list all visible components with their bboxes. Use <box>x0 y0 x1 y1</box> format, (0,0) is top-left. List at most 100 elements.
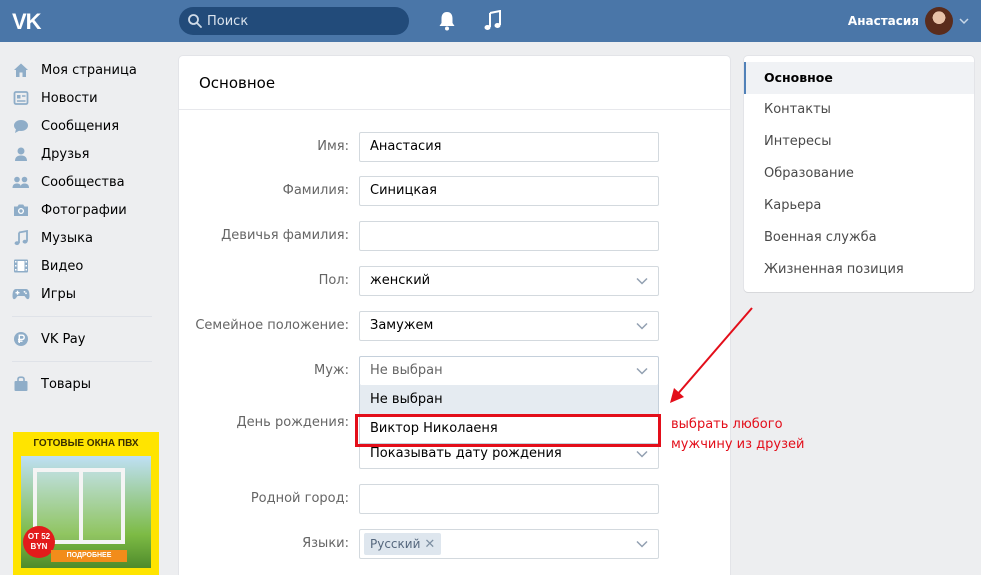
nav-item-my-page[interactable]: Моя страница <box>12 56 162 84</box>
top-bar: VK Анастасия <box>0 0 981 42</box>
bag-icon <box>12 375 30 393</box>
annotation-highlight-box <box>355 414 661 447</box>
tab-education[interactable]: Образование <box>744 158 974 190</box>
tab-contacts[interactable]: Контакты <box>744 94 974 126</box>
marital-label: Семейное положение: <box>195 318 349 333</box>
birthday-label: День рождения: <box>236 415 350 430</box>
vk-logo[interactable]: VK <box>12 9 46 34</box>
nav-item-games[interactable]: Игры <box>12 280 162 308</box>
nav-item-label: Видео <box>41 258 84 274</box>
nav-separator <box>12 316 152 317</box>
husband-value: Не выбран <box>370 363 443 378</box>
nav-item-messages[interactable]: Сообщения <box>12 112 162 140</box>
maiden-name-label: Девичья фамилия: <box>221 228 349 243</box>
nav-item-label: Сообщества <box>41 174 125 190</box>
languages-select[interactable]: Русский ✕ <box>359 529 659 559</box>
messages-icon <box>12 117 30 135</box>
tab-life-position[interactable]: Жизненная позиция <box>744 254 974 286</box>
settings-card: Основное Имя: Анастасия Фамилия: Синицка… <box>179 56 730 575</box>
music-icon[interactable] <box>483 10 503 32</box>
last-name-label: Фамилия: <box>282 183 349 198</box>
nav-item-vkpay[interactable]: VK Pay <box>12 325 162 353</box>
hometown-label: Родной город: <box>250 491 349 506</box>
ruble-icon <box>12 330 30 348</box>
nav-item-photos[interactable]: Фотографии <box>12 196 162 224</box>
chevron-down-icon <box>636 277 648 285</box>
nav-item-label: VK Pay <box>41 331 86 347</box>
search-box[interactable] <box>179 7 409 35</box>
first-name-field[interactable]: Анастасия <box>359 132 659 162</box>
tab-interests[interactable]: Интересы <box>744 126 974 158</box>
languages-label: Языки: <box>302 536 349 551</box>
friends-icon <box>12 145 30 163</box>
nav-item-video[interactable]: Видео <box>12 252 162 280</box>
row-marital: Семейное положение: Замужем <box>179 311 730 341</box>
home-icon <box>12 61 30 79</box>
gamepad-icon <box>12 285 30 303</box>
nav-item-label: Новости <box>41 90 98 106</box>
row-languages: Языки: Русский ✕ <box>179 529 730 559</box>
language-tag: Русский ✕ <box>364 533 442 555</box>
chevron-down-icon <box>636 540 648 548</box>
marital-value: Замужем <box>370 318 434 333</box>
row-husband: Муж: Не выбран <box>179 356 730 386</box>
ad-price-value: ОТ 52 <box>27 532 51 541</box>
annotation-line: выбрать любого <box>671 417 783 432</box>
husband-label: Муж: <box>313 363 349 378</box>
annotation-arrow <box>670 307 753 403</box>
camera-icon <box>12 201 30 219</box>
ad-banner[interactable]: ГОТОВЫЕ ОКНА ПВХ ОТ 52 BYN ПОДРОБНЕЕ <box>13 432 159 575</box>
row-last-name: Фамилия: Синицкая <box>179 176 730 206</box>
tab-main[interactable]: Основное <box>744 62 974 94</box>
row-maiden-name: Девичья фамилия: <box>179 221 730 251</box>
last-name-field[interactable]: Синицкая <box>359 176 659 206</box>
husband-select[interactable]: Не выбран <box>359 356 659 386</box>
avatar <box>925 7 953 35</box>
nav-item-label: Моя страница <box>41 62 137 78</box>
first-name-label: Имя: <box>317 139 349 154</box>
music-icon <box>12 229 30 247</box>
row-gender: Пол: женский <box>179 266 730 296</box>
birthday-visibility-value: Показывать дату рождения <box>370 446 562 461</box>
news-icon <box>12 89 30 107</box>
nav-item-music[interactable]: Музыка <box>12 224 162 252</box>
bell-icon[interactable] <box>437 10 457 32</box>
remove-tag-icon[interactable]: ✕ <box>424 537 435 552</box>
maiden-name-field[interactable] <box>359 221 659 251</box>
gender-value: женский <box>370 273 431 288</box>
ad-title: ГОТОВЫЕ ОКНА ПВХ <box>33 438 139 449</box>
gender-label: Пол: <box>318 273 349 288</box>
chevron-down-icon <box>959 18 969 25</box>
gender-select[interactable]: женский <box>359 266 659 296</box>
nav-item-label: Музыка <box>41 230 93 246</box>
nav-item-goods[interactable]: Товары <box>12 370 162 398</box>
page-title: Основное <box>179 56 730 110</box>
annotation-text: выбрать любого мужчину из друзей <box>671 415 821 455</box>
row-hometown: Родной город: <box>179 484 730 514</box>
chevron-down-icon <box>636 322 648 330</box>
dropdown-option[interactable]: Не выбран <box>360 385 658 414</box>
nav-item-label: Сообщения <box>41 118 120 134</box>
chevron-down-icon <box>636 367 648 375</box>
nav-item-friends[interactable]: Друзья <box>12 140 162 168</box>
tab-military[interactable]: Военная служба <box>744 222 974 254</box>
tab-career[interactable]: Карьера <box>744 190 974 222</box>
nav-item-label: Товары <box>41 376 92 392</box>
ad-more-button[interactable]: ПОДРОБНЕЕ <box>51 550 127 562</box>
search-icon <box>188 14 202 28</box>
search-input[interactable] <box>207 7 403 35</box>
user-menu[interactable]: Анастасия <box>848 4 969 38</box>
user-name: Анастасия <box>847 14 919 28</box>
nav-separator <box>12 361 152 362</box>
video-icon <box>12 257 30 275</box>
marital-select[interactable]: Замужем <box>359 311 659 341</box>
groups-icon <box>12 173 30 191</box>
nav-item-groups[interactable]: Сообщества <box>12 168 162 196</box>
nav-item-label: Игры <box>41 286 77 302</box>
nav-item-label: Друзья <box>41 146 90 162</box>
hometown-field[interactable] <box>359 484 659 514</box>
nav-item-news[interactable]: Новости <box>12 84 162 112</box>
nav-item-label: Фотографии <box>41 202 127 218</box>
left-nav: Моя страница Новости Сообщения Друзья Со… <box>12 56 162 398</box>
chevron-down-icon <box>636 450 648 458</box>
